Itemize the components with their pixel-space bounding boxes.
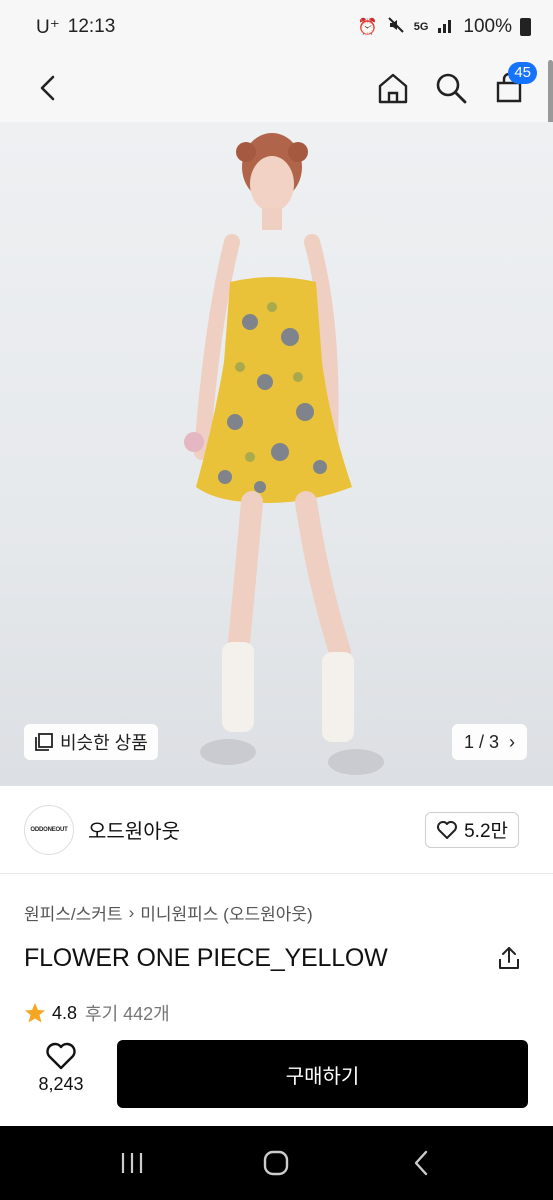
mute-icon — [387, 16, 405, 39]
search-icon[interactable] — [433, 70, 469, 106]
alarm-icon: ⏰ — [357, 19, 378, 36]
chevron-right-icon: › — [509, 731, 515, 752]
battery-level: 100% — [463, 16, 512, 37]
clock: 12:13 — [67, 16, 116, 37]
system-back-icon[interactable] — [403, 1145, 439, 1181]
wishlist-button[interactable]: 8,243 — [26, 1042, 96, 1095]
5g-icon: 5G — [413, 21, 429, 33]
brand-name[interactable]: 오드원아웃 — [88, 815, 425, 844]
brand-row[interactable]: ODDONEOUT 오드원아웃 5.2만 — [0, 786, 553, 874]
bottom-action-bar: 8,243 구매하기 — [0, 1032, 553, 1126]
review-count: 후기 442개 — [85, 1004, 170, 1024]
wishlist-count: 8,243 — [38, 1074, 84, 1094]
product-image[interactable]: 비슷한 상품 1 / 3 › — [0, 122, 553, 786]
breadcrumb: 원피스/스커트 › 미니원피스 (오드원아웃) — [24, 900, 313, 925]
chevron-right-icon: › — [128, 902, 135, 922]
title-row: FLOWER ONE PIECE_YELLOW — [24, 940, 527, 976]
battery-icon — [520, 18, 531, 36]
back-arrow-icon[interactable] — [30, 70, 66, 106]
share-icon[interactable] — [491, 940, 527, 976]
image-pager[interactable]: 1 / 3 › — [451, 724, 527, 760]
rating-score: 4.8 — [52, 1002, 78, 1023]
home-button-icon[interactable] — [258, 1145, 294, 1181]
star-icon — [25, 1003, 45, 1023]
image-pager-label: 1 / 3 — [463, 731, 499, 752]
breadcrumb-category[interactable]: 원피스/스커트 — [24, 900, 123, 925]
breadcrumb-subcategory[interactable]: 미니원피스 (오드원아웃) — [140, 900, 312, 925]
brand-like-count: 5.2만 — [464, 821, 508, 842]
cart-count-badge: 45 — [508, 62, 537, 84]
brand-logo-text: ODDONEOUT — [30, 826, 68, 833]
carrier-label: U⁺ — [36, 16, 60, 38]
similar-stack-icon — [35, 733, 53, 751]
status-bar: U⁺ 12:13 ⏰ 5G 100% — [0, 0, 553, 54]
model-illustration — [184, 133, 384, 775]
buy-button[interactable]: 구매하기 — [117, 1040, 528, 1108]
similar-products-button[interactable]: 비슷한 상품 — [24, 724, 158, 760]
top-navigation: 45 — [0, 54, 553, 122]
brand-like-button[interactable]: 5.2만 — [425, 811, 519, 848]
rating-row[interactable]: 4.8 후기 442개 — [24, 1000, 170, 1026]
heart-icon — [46, 1042, 76, 1070]
heart-icon — [437, 820, 458, 839]
similar-products-label: 비슷한 상품 — [60, 733, 148, 753]
recent-apps-icon[interactable] — [114, 1145, 150, 1181]
home-icon[interactable] — [375, 70, 411, 106]
signal-icon — [437, 17, 455, 38]
cart-icon[interactable]: 45 — [491, 62, 537, 106]
system-navigation-bar — [0, 1126, 553, 1200]
brand-logo[interactable]: ODDONEOUT — [24, 804, 74, 855]
product-title: FLOWER ONE PIECE_YELLOW — [24, 943, 388, 972]
